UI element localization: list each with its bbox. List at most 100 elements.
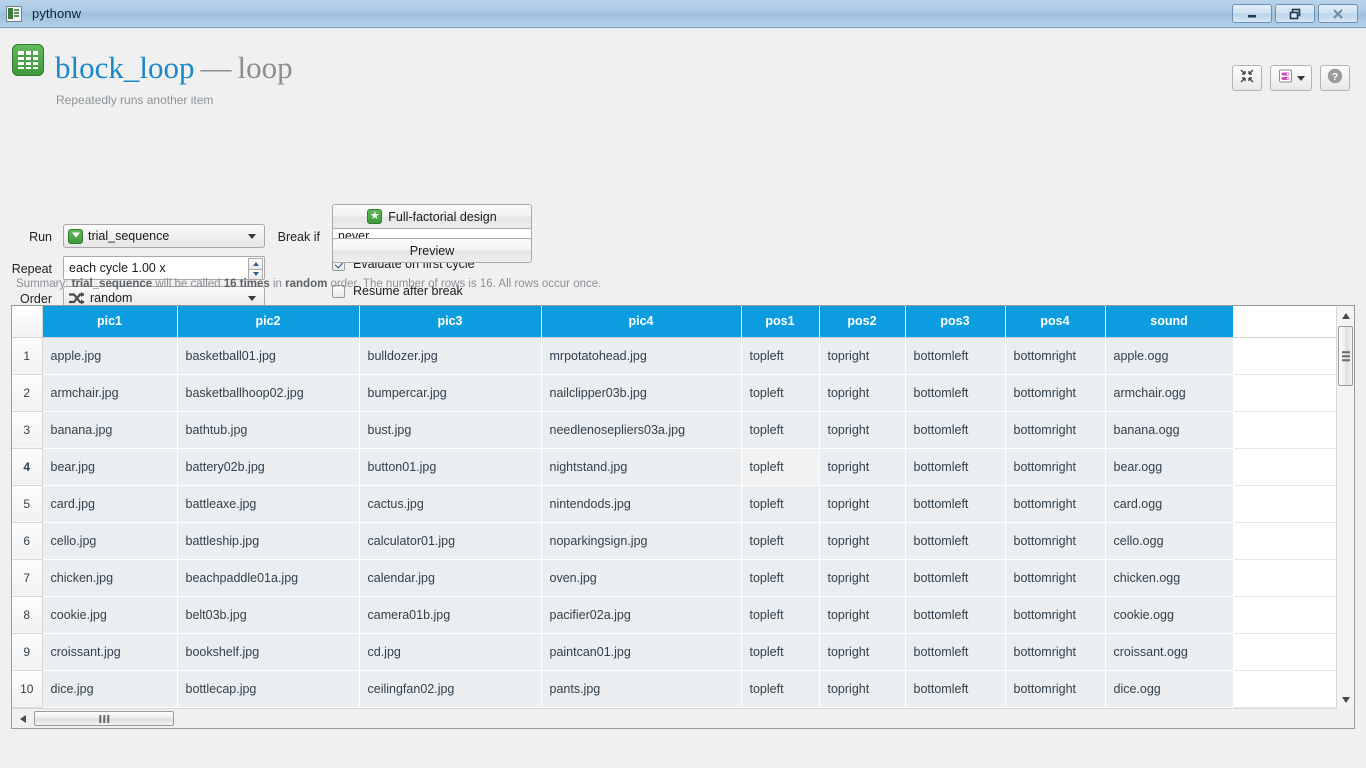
scroll-down-button[interactable]: [1337, 691, 1354, 708]
run-select[interactable]: trial_sequence: [63, 224, 265, 248]
table-cell-pic3[interactable]: calculator01.jpg: [359, 522, 541, 559]
table-cell-pos4[interactable]: bottomright: [1005, 596, 1105, 633]
table-row[interactable]: 4bear.jpgbattery02b.jpgbutton01.jpgnight…: [12, 448, 1337, 485]
table-cell-sound[interactable]: card.ogg: [1105, 485, 1233, 522]
table-column-header-sound[interactable]: sound: [1105, 306, 1233, 337]
table-cell-pos3[interactable]: bottomleft: [905, 337, 1005, 374]
table-row[interactable]: 10dice.jpgbottlecap.jpgceilingfan02.jpgp…: [12, 670, 1337, 707]
table-cell-pos4[interactable]: bottomright: [1005, 337, 1105, 374]
preview-button[interactable]: Preview: [332, 238, 532, 263]
table-cell-sound[interactable]: cello.ogg: [1105, 522, 1233, 559]
table-row[interactable]: 3banana.jpgbathtub.jpgbust.jpgneedlenose…: [12, 411, 1337, 448]
table-row[interactable]: 1apple.jpgbasketball01.jpgbulldozer.jpgm…: [12, 337, 1337, 374]
table-cell-pos3[interactable]: bottomleft: [905, 448, 1005, 485]
table-cell-pos2[interactable]: topright: [819, 485, 905, 522]
table-row-number[interactable]: 6: [12, 522, 42, 559]
collapse-button[interactable]: [1232, 65, 1262, 91]
table-row-number[interactable]: 10: [12, 670, 42, 707]
table-cell-pos4[interactable]: bottomright: [1005, 411, 1105, 448]
table-cell-pos2[interactable]: topright: [819, 559, 905, 596]
table-column-header-pos3[interactable]: pos3: [905, 306, 1005, 337]
table-cell-empty[interactable]: [1233, 411, 1337, 448]
table-cell-empty[interactable]: [1233, 559, 1337, 596]
table-cell-pic4[interactable]: pacifier02a.jpg: [541, 596, 741, 633]
table-cell-pos1[interactable]: topleft: [741, 337, 819, 374]
table-cell-pos4[interactable]: bottomright: [1005, 485, 1105, 522]
table-row-number[interactable]: 9: [12, 633, 42, 670]
minimize-button[interactable]: [1232, 4, 1272, 23]
table-cell-sound[interactable]: armchair.ogg: [1105, 374, 1233, 411]
table-cell-pos3[interactable]: bottomleft: [905, 596, 1005, 633]
table-cell-pic1[interactable]: armchair.jpg: [42, 374, 177, 411]
table-cell-pic2[interactable]: battleaxe.jpg: [177, 485, 359, 522]
table-cell-pos3[interactable]: bottomleft: [905, 411, 1005, 448]
table-column-header-pic4[interactable]: pic4: [541, 306, 741, 337]
table-cell-empty[interactable]: [1233, 337, 1337, 374]
table-cell-sound[interactable]: chicken.ogg: [1105, 559, 1233, 596]
table-cell-pos1[interactable]: topleft: [741, 448, 819, 485]
table-cell-pos3[interactable]: bottomleft: [905, 559, 1005, 596]
table-cell-empty[interactable]: [1233, 633, 1337, 670]
table-cell-pic3[interactable]: ceilingfan02.jpg: [359, 670, 541, 707]
table-cell-pic3[interactable]: cactus.jpg: [359, 485, 541, 522]
table-row-number[interactable]: 7: [12, 559, 42, 596]
table-row[interactable]: 6cello.jpgbattleship.jpgcalculator01.jpg…: [12, 522, 1337, 559]
table-cell-pic2[interactable]: battleship.jpg: [177, 522, 359, 559]
repeat-stepper[interactable]: [248, 258, 263, 280]
table-cell-pic3[interactable]: bust.jpg: [359, 411, 541, 448]
table-cell-sound[interactable]: bear.ogg: [1105, 448, 1233, 485]
table-cell-pic4[interactable]: pants.jpg: [541, 670, 741, 707]
table-cell-pic4[interactable]: nightstand.jpg: [541, 448, 741, 485]
table-cell-pos1[interactable]: topleft: [741, 596, 819, 633]
table-cell-pos2[interactable]: topright: [819, 596, 905, 633]
table-cell-pic2[interactable]: bookshelf.jpg: [177, 633, 359, 670]
restore-button[interactable]: [1275, 4, 1315, 23]
table-cell-pos1[interactable]: topleft: [741, 411, 819, 448]
table-cell-pic1[interactable]: card.jpg: [42, 485, 177, 522]
table-cell-empty[interactable]: [1233, 485, 1337, 522]
variable-inspector-button[interactable]: [1270, 65, 1312, 91]
table-cell-pic4[interactable]: noparkingsign.jpg: [541, 522, 741, 559]
table-cell-pos3[interactable]: bottomleft: [905, 485, 1005, 522]
table-cell-sound[interactable]: apple.ogg: [1105, 337, 1233, 374]
table-column-header-pos2[interactable]: pos2: [819, 306, 905, 337]
table-cell-sound[interactable]: cookie.ogg: [1105, 596, 1233, 633]
table-row-number[interactable]: 1: [12, 337, 42, 374]
table-cell-sound[interactable]: banana.ogg: [1105, 411, 1233, 448]
table-cell-pic4[interactable]: nintendods.jpg: [541, 485, 741, 522]
table-cell-pic4[interactable]: needlenosepliers03a.jpg: [541, 411, 741, 448]
table-cell-pos3[interactable]: bottomleft: [905, 374, 1005, 411]
table-cell-pos1[interactable]: topleft: [741, 559, 819, 596]
table-cell-pos4[interactable]: bottomright: [1005, 522, 1105, 559]
table-cell-pic2[interactable]: bathtub.jpg: [177, 411, 359, 448]
table-column-header-pic3[interactable]: pic3: [359, 306, 541, 337]
table-cell-pic2[interactable]: beachpaddle01a.jpg: [177, 559, 359, 596]
table-cell-pos1[interactable]: topleft: [741, 374, 819, 411]
table-cell-empty[interactable]: [1233, 596, 1337, 633]
table-cell-pic3[interactable]: bumpercar.jpg: [359, 374, 541, 411]
table-row-number[interactable]: 8: [12, 596, 42, 633]
table-cell-pic1[interactable]: croissant.jpg: [42, 633, 177, 670]
table-cell-pic3[interactable]: button01.jpg: [359, 448, 541, 485]
table-cell-pos2[interactable]: topright: [819, 374, 905, 411]
table-cell-pos3[interactable]: bottomleft: [905, 633, 1005, 670]
table-cell-empty[interactable]: [1233, 522, 1337, 559]
table-cell-pic3[interactable]: camera01b.jpg: [359, 596, 541, 633]
table-cell-pic4[interactable]: nailclipper03b.jpg: [541, 374, 741, 411]
table-cell-empty[interactable]: [1233, 670, 1337, 707]
table-column-header-pic2[interactable]: pic2: [177, 306, 359, 337]
vertical-scrollbar[interactable]: [1336, 306, 1354, 709]
table-column-header-pos4[interactable]: pos4: [1005, 306, 1105, 337]
scroll-up-button[interactable]: [1337, 307, 1354, 324]
table-cell-pic2[interactable]: basketball01.jpg: [177, 337, 359, 374]
repeat-input[interactable]: each cycle 1.00 x: [63, 256, 265, 280]
table-cell-pic2[interactable]: basketballhoop02.jpg: [177, 374, 359, 411]
table-cell-empty[interactable]: [1233, 374, 1337, 411]
table-cell-pic1[interactable]: cookie.jpg: [42, 596, 177, 633]
table-cell-sound[interactable]: dice.ogg: [1105, 670, 1233, 707]
table-cell-sound[interactable]: croissant.ogg: [1105, 633, 1233, 670]
table-cell-pos4[interactable]: bottomright: [1005, 559, 1105, 596]
table-cell-pic1[interactable]: bear.jpg: [42, 448, 177, 485]
table-cell-pic4[interactable]: paintcan01.jpg: [541, 633, 741, 670]
help-button[interactable]: ?: [1320, 65, 1350, 91]
